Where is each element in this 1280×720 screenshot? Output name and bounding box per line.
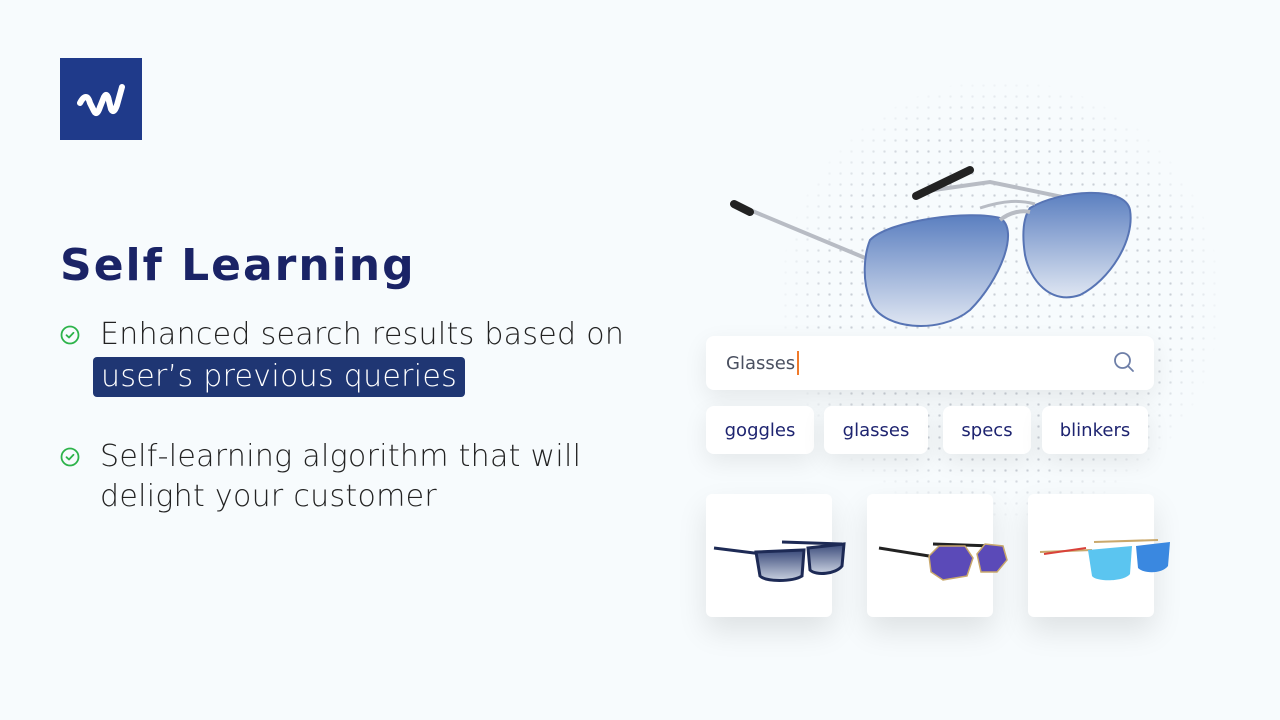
suggestion-chip[interactable]: specs — [943, 406, 1031, 454]
search-icon[interactable] — [1112, 350, 1136, 374]
purple-hexagon-sunglasses — [878, 542, 1008, 581]
page-title: Self Learning — [60, 240, 416, 291]
suggestion-chip[interactable]: glasses — [824, 406, 928, 454]
check-circle-icon — [60, 325, 80, 345]
feature-highlight: user’s previous queries — [93, 357, 466, 397]
feature-item: Enhanced search results based on user’s … — [60, 315, 624, 397]
w-logo-icon — [77, 84, 125, 117]
suggestion-chip[interactable]: goggles — [706, 406, 814, 454]
product-card[interactable] — [867, 494, 1008, 617]
text-caret — [797, 351, 800, 375]
navy-wayfarer-sunglasses — [713, 540, 846, 582]
brand-logo — [60, 58, 142, 140]
aviator-sunglasses-image — [730, 166, 1132, 327]
feature-text-line1: Self-learning algorithm that will — [100, 439, 582, 474]
feature-item: Self-learning algorithm that will deligh… — [60, 437, 581, 517]
feature-text: Enhanced search results based on — [100, 317, 625, 352]
suggestion-chip[interactable]: blinkers — [1042, 406, 1148, 454]
blue-mirror-square-sunglasses — [1039, 539, 1170, 581]
search-input[interactable]: Glasses — [706, 336, 1154, 390]
product-card[interactable] — [706, 494, 846, 617]
check-circle-icon — [60, 447, 80, 467]
search-value: Glasses — [726, 352, 796, 374]
product-card[interactable] — [1028, 494, 1170, 617]
feature-text-line2: delight your customer — [100, 479, 438, 514]
